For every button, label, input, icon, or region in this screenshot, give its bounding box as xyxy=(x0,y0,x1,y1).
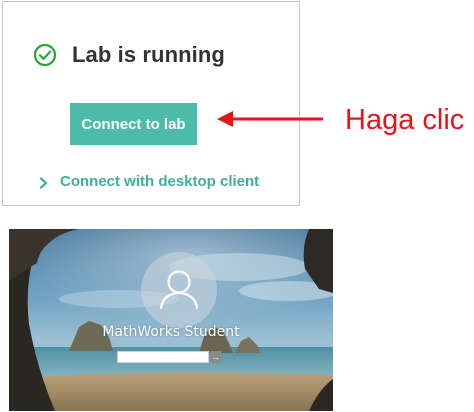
password-input[interactable] xyxy=(117,351,209,363)
login-user-name: MathWorks Student xyxy=(102,324,240,340)
connect-to-lab-button[interactable]: Connect to lab xyxy=(70,103,197,145)
arrow-right-icon[interactable]: → xyxy=(210,351,221,363)
user-icon xyxy=(159,270,199,310)
windows-login-screen: MathWorks Student → xyxy=(9,229,333,411)
connect-desktop-client-link[interactable]: Connect with desktop client xyxy=(39,173,259,190)
left-arrow-icon xyxy=(217,111,323,127)
click-here-annotation: Haga clic xyxy=(345,104,465,136)
lab-status-text: Lab is running xyxy=(72,42,225,67)
chevron-right-icon xyxy=(39,176,49,189)
lab-status-row: Lab is running xyxy=(33,42,225,68)
connect-button-label: Connect to lab xyxy=(81,115,186,133)
desktop-link-label: Connect with desktop client xyxy=(60,173,260,190)
user-avatar xyxy=(141,252,217,328)
check-circle-icon xyxy=(33,43,57,67)
lab-status-card: Lab is running Connect to lab Connect wi… xyxy=(2,1,300,206)
